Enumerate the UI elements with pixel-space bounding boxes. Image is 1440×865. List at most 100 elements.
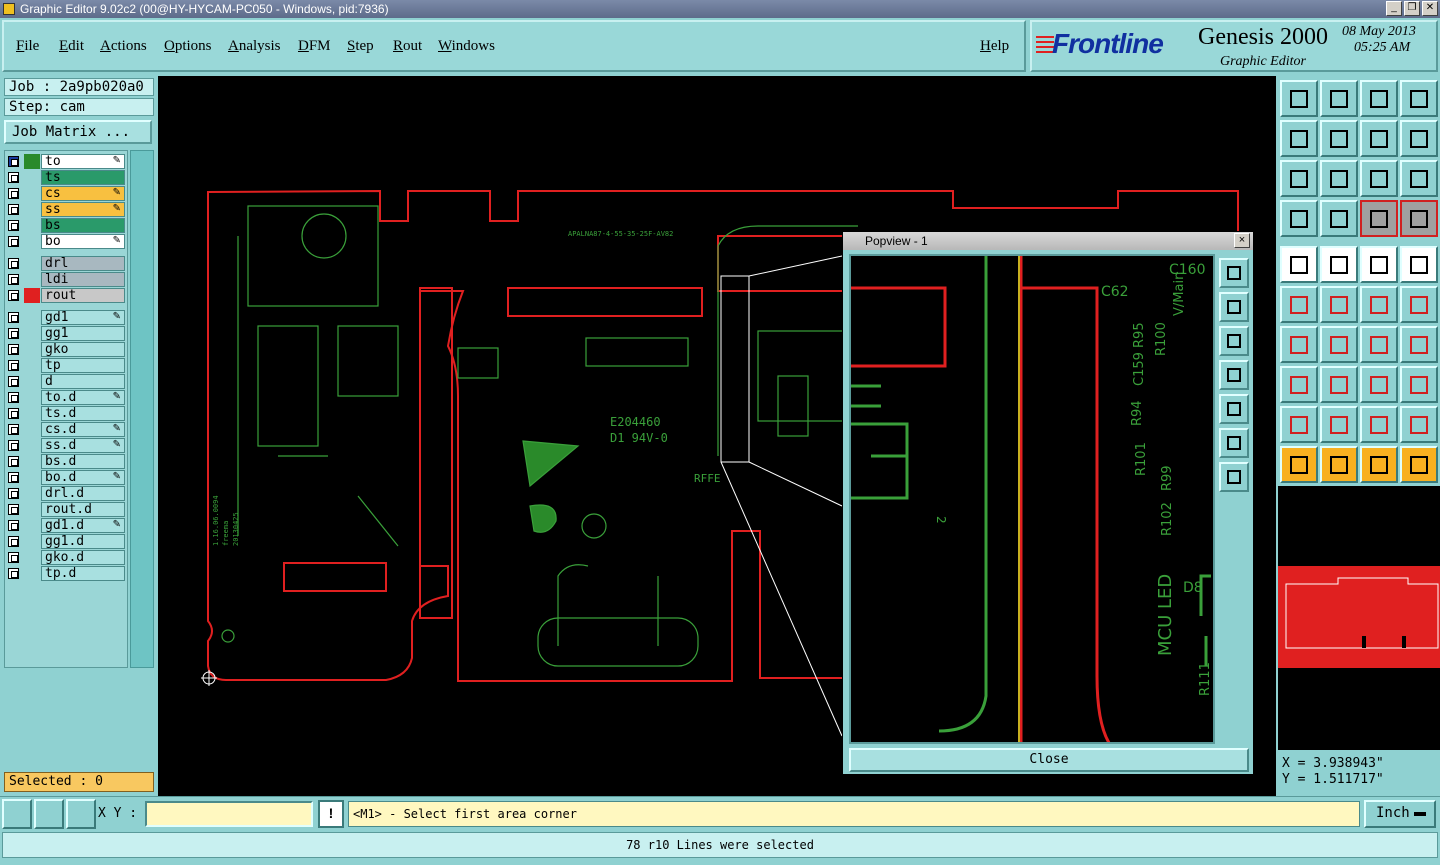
layer-row[interactable]: bo.d ✎ [4, 470, 125, 485]
zoom-1to2-icon[interactable] [1360, 160, 1398, 197]
layer-checkbox[interactable] [8, 568, 19, 579]
menu-rout[interactable]: Rout [393, 38, 422, 55]
pv-pan-left-icon[interactable] [1219, 360, 1249, 390]
minimap[interactable] [1278, 486, 1440, 750]
polygon-4-icon[interactable] [1400, 406, 1438, 443]
menu-help[interactable]: Help [980, 38, 1009, 55]
layer-checkbox[interactable] [8, 312, 19, 323]
menu-actions[interactable]: Actions [100, 38, 147, 55]
layer-color-swatch[interactable] [24, 518, 40, 533]
layer-row[interactable]: to ✎ [4, 154, 125, 169]
pad-icon[interactable] [1400, 246, 1438, 283]
layer-color-swatch[interactable] [24, 310, 40, 325]
pan-right-icon[interactable] [1320, 120, 1358, 157]
delete-icon[interactable] [1320, 286, 1358, 323]
menu-analysis[interactable]: Analysis [228, 38, 281, 55]
line-draw-icon[interactable] [1320, 246, 1358, 283]
pv-pan-down-icon[interactable] [1219, 326, 1249, 356]
layer-row[interactable]: gko.d [4, 550, 125, 565]
layer-checkbox[interactable] [8, 220, 19, 231]
layer-checkbox[interactable] [8, 408, 19, 419]
select-box-icon[interactable] [1320, 446, 1358, 483]
layer-color-swatch[interactable] [24, 218, 40, 233]
pv-pan-right-icon[interactable] [1219, 394, 1249, 424]
dimension-icon[interactable] [1360, 366, 1398, 403]
unit-select[interactable]: Inch [1364, 800, 1436, 828]
layer-color-swatch[interactable] [24, 234, 40, 249]
layer-checkbox[interactable] [8, 204, 19, 215]
layer-color-swatch[interactable] [24, 534, 40, 549]
scale-icon[interactable] [1280, 366, 1318, 403]
snap-icon[interactable] [1320, 200, 1358, 237]
layer-checkbox[interactable] [8, 360, 19, 371]
layer-color-swatch[interactable] [24, 154, 40, 169]
layer-color-swatch[interactable] [24, 454, 40, 469]
layer-row[interactable]: bs [4, 218, 125, 233]
mirror-icon[interactable] [1400, 326, 1438, 363]
layer-select-2-icon[interactable] [1400, 200, 1438, 237]
job-matrix-button[interactable]: Job Matrix ... [4, 120, 152, 144]
layer-checkbox[interactable] [8, 456, 19, 467]
layer-checkbox[interactable] [8, 536, 19, 547]
polygon-3-icon[interactable] [1360, 406, 1398, 443]
layer-checkbox[interactable] [8, 472, 19, 483]
layer-color-swatch[interactable] [24, 272, 40, 287]
pv-zoom-center-icon[interactable] [1219, 462, 1249, 492]
select-point-icon[interactable] [1360, 446, 1398, 483]
layer-checkbox[interactable] [8, 290, 19, 301]
menu-step[interactable]: Step [347, 38, 374, 55]
layer-row[interactable]: ldi [4, 272, 125, 287]
snap-grid-icon[interactable] [34, 799, 64, 829]
layer-row[interactable]: drl.d [4, 486, 125, 501]
menu-windows[interactable]: Windows [438, 38, 495, 55]
layer-color-swatch[interactable] [24, 502, 40, 517]
feature-add-icon[interactable] [1280, 246, 1318, 283]
layer-row[interactable]: gg1.d [4, 534, 125, 549]
layer-checkbox[interactable] [8, 172, 19, 183]
layer-row[interactable]: gko [4, 342, 125, 357]
split-view-icon[interactable] [1400, 80, 1438, 117]
select-pointer-icon[interactable] [1280, 446, 1318, 483]
layer-checkbox[interactable] [8, 424, 19, 435]
layer-row[interactable]: to.d ✎ [4, 390, 125, 405]
connect-icon[interactable] [1280, 286, 1318, 323]
angle-icon[interactable] [1280, 326, 1318, 363]
resize-icon[interactable] [1400, 286, 1438, 323]
layer-row[interactable]: bo ✎ [4, 234, 125, 249]
layer-row[interactable]: tp [4, 358, 125, 373]
measure-between-icon[interactable] [1320, 366, 1358, 403]
minimize-button[interactable]: _ [1386, 1, 1402, 16]
ruler-icon[interactable] [1360, 246, 1398, 283]
layer-color-swatch[interactable] [24, 342, 40, 357]
move-icon[interactable] [1360, 286, 1398, 323]
layer-color-swatch[interactable] [24, 438, 40, 453]
line-icon[interactable] [1320, 326, 1358, 363]
layer-row[interactable]: tp.d [4, 566, 125, 581]
layer-row[interactable]: gd1.d ✎ [4, 518, 125, 533]
popview-close-icon[interactable]: × [1234, 233, 1250, 248]
layer-color-swatch[interactable] [24, 422, 40, 437]
layer-color-swatch[interactable] [24, 390, 40, 405]
layer-row[interactable]: ss.d ✎ [4, 438, 125, 453]
layer-checkbox[interactable] [8, 258, 19, 269]
layer-row[interactable]: gg1 [4, 326, 125, 341]
layer-checkbox[interactable] [8, 520, 19, 531]
layer-row[interactable]: d [4, 374, 125, 389]
layer-color-swatch[interactable] [24, 170, 40, 185]
grid-icon[interactable] [66, 799, 96, 829]
group-icon[interactable] [1400, 366, 1438, 403]
layer-color-swatch[interactable] [24, 550, 40, 565]
layer-row[interactable]: ts [4, 170, 125, 185]
layer-checkbox[interactable] [8, 156, 19, 167]
layer-color-swatch[interactable] [24, 358, 40, 373]
redraw-icon[interactable] [1400, 120, 1438, 157]
layer-color-swatch[interactable] [24, 326, 40, 341]
measure-icon[interactable] [1280, 200, 1318, 237]
layer-color-swatch[interactable] [24, 186, 40, 201]
layer-row[interactable]: bs.d [4, 454, 125, 469]
layer-row[interactable]: rout.d [4, 502, 125, 517]
layer-checkbox[interactable] [8, 488, 19, 499]
layer-checkbox[interactable] [8, 274, 19, 285]
menu-dfm[interactable]: DFM [298, 38, 331, 55]
layer-list-scrollbar[interactable] [130, 150, 154, 668]
